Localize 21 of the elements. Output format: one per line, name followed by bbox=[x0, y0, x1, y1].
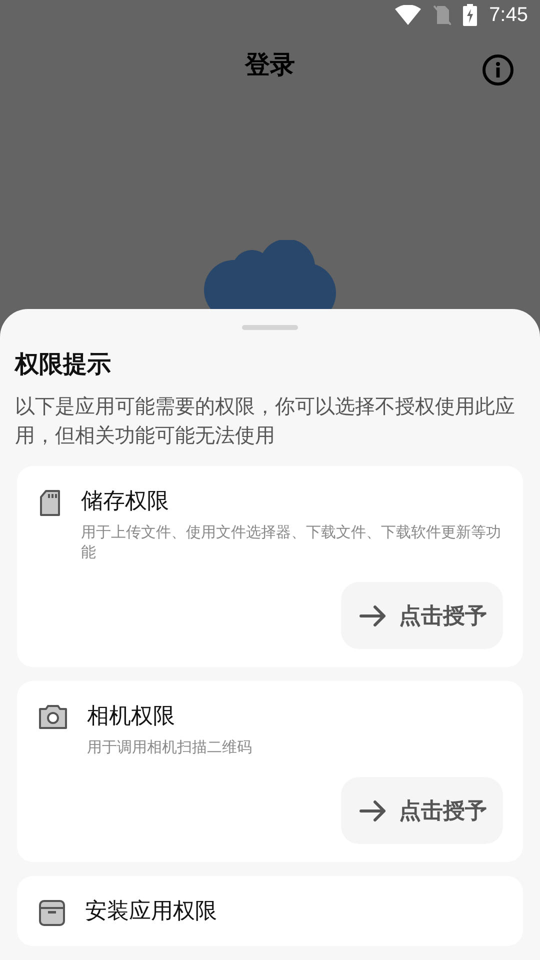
status-time: 7:45 bbox=[489, 4, 528, 27]
sd-card-icon bbox=[39, 490, 61, 516]
sheet-description: 以下是应用可能需要的权限，你可以选择不授权使用此应用，但相关功能可能无法使用 bbox=[15, 393, 516, 450]
permission-title: 储存权限 bbox=[81, 488, 170, 516]
permission-description: 用于上传文件、使用文件选择器、下载文件、下载软件更新等功能 bbox=[81, 522, 502, 562]
sheet-title: 权限提示 bbox=[15, 349, 112, 380]
battery-icon bbox=[463, 4, 478, 26]
permission-title: 安装应用权限 bbox=[85, 898, 218, 926]
camera-icon bbox=[39, 705, 67, 730]
wifi-icon bbox=[395, 5, 422, 26]
permission-title: 相机权限 bbox=[87, 703, 176, 732]
archive-box-icon bbox=[39, 900, 65, 926]
grant-button[interactable]: 点击授予 bbox=[341, 582, 503, 650]
drag-handle[interactable] bbox=[242, 325, 298, 330]
grant-button[interactable]: 点击授予 bbox=[341, 777, 503, 844]
arrow-right-icon bbox=[359, 604, 387, 627]
permission-description: 用于调用相机扫描二维码 bbox=[87, 737, 253, 758]
info-icon[interactable] bbox=[482, 54, 514, 86]
arrow-right-icon bbox=[359, 800, 387, 822]
page-title: 登录 bbox=[245, 48, 295, 81]
no-sim-icon bbox=[433, 5, 452, 26]
